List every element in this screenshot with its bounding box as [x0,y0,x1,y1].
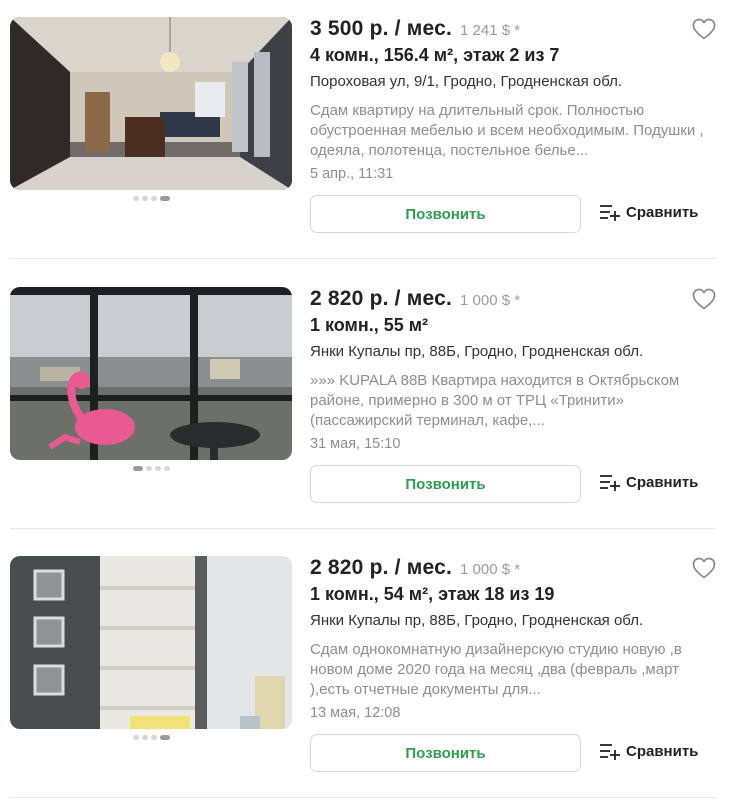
listing-date: 5 апр., 11:31 [310,166,394,182]
carousel-dot-active[interactable] [160,734,170,740]
price-byn: 2 820 р. / мес. [310,287,453,310]
carousel-dot-active[interactable] [160,195,170,201]
price-row: 2 820 р. / мес. 1 000 $ * [310,556,520,580]
carousel-dot[interactable] [133,195,139,201]
compare-plus-icon [600,205,620,221]
heart-outline-icon[interactable] [692,557,716,579]
compare-button[interactable]: Сравнить [599,473,698,491]
listing-description: »»» KUPALA 88B Квартира находится в Октя… [310,372,680,429]
call-button[interactable]: Позвонить [310,734,581,772]
carousel-dot[interactable] [151,195,157,201]
price-usd: 1 000 $ * [460,561,521,578]
carousel-dot[interactable] [164,465,170,471]
price-byn: 2 820 р. / мес. [310,556,453,579]
call-button[interactable]: Позвонить [310,195,581,233]
photo-carousel-dots[interactable] [133,734,170,740]
listing-params[interactable]: 4 комн., 156.4 м², этаж 2 из 7 [310,45,559,66]
compare-label: Сравнить [626,473,699,491]
listing-params[interactable]: 1 комн., 55 м² [310,315,428,336]
listing-photo-window-view[interactable] [10,287,292,460]
heart-outline-icon[interactable] [692,288,716,310]
price-byn: 3 500 р. / мес. [310,17,453,40]
price-row: 3 500 р. / мес. 1 241 $ * [310,17,520,41]
price-usd: 1 241 $ * [460,22,521,39]
price-row: 2 820 р. / мес. 1 000 $ * [310,287,520,311]
listing-address: Янки Купалы пр, 88Б, Гродно, Гродненская… [310,343,644,360]
listing-description: Сдам квартиру на длительный срок. Полнос… [310,102,704,159]
heart-outline-icon[interactable] [692,18,716,40]
listing-divider [10,258,716,259]
photo-carousel-dots[interactable] [133,195,170,201]
listing-card[interactable]: 3 500 р. / мес. 1 241 $ * 4 комн., 156.4… [0,0,731,270]
carousel-dot[interactable] [142,734,148,740]
listing-description: Сдам однокомнатную дизайнерскую студию н… [310,641,682,698]
compare-plus-icon [600,475,620,491]
carousel-dot[interactable] [146,465,152,471]
price-usd: 1 000 $ * [460,292,521,309]
listing-photo-interior[interactable] [10,17,292,190]
compare-label: Сравнить [626,203,699,221]
listing-divider [10,528,716,529]
listing-date: 31 мая, 15:10 [310,436,401,452]
compare-plus-icon [600,744,620,760]
compare-button[interactable]: Сравнить [599,203,698,221]
carousel-dot[interactable] [142,195,148,201]
carousel-dot[interactable] [155,465,161,471]
compare-label: Сравнить [626,742,699,760]
carousel-dot[interactable] [133,734,139,740]
listing-card[interactable]: 2 820 р. / мес. 1 000 $ * 1 комн., 55 м²… [0,270,731,540]
listing-divider [10,797,716,798]
compare-button[interactable]: Сравнить [599,742,698,760]
listing-date: 13 мая, 12:08 [310,705,401,721]
listing-card[interactable]: 2 820 р. / мес. 1 000 $ * 1 комн., 54 м²… [0,539,731,809]
call-button[interactable]: Позвонить [310,465,581,503]
photo-carousel-dots[interactable] [133,465,170,471]
listing-params[interactable]: 1 комн., 54 м², этаж 18 из 19 [310,584,554,605]
listing-photo-building[interactable] [10,556,292,729]
carousel-dot-active[interactable] [133,465,143,471]
listing-address: Янки Купалы пр, 88Б, Гродно, Гродненская… [310,612,644,629]
carousel-dot[interactable] [151,734,157,740]
listing-address: Пороховая ул, 9/1, Гродно, Гродненская о… [310,73,623,90]
